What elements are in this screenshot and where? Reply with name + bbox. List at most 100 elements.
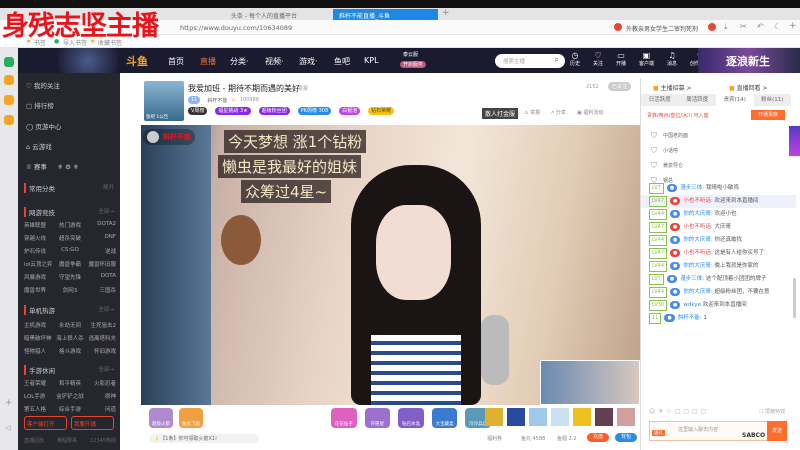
streamer-avatar[interactable]: 鱼吧 1公告 xyxy=(144,81,184,121)
game-link[interactable]: 第五人格 xyxy=(24,405,55,413)
sidebar-item-webgames[interactable]: ◯ 页游中心 xyxy=(26,121,61,131)
note-icon[interactable] xyxy=(4,95,14,105)
start-stream-button[interactable]: 我要开播 xyxy=(71,416,114,430)
gift-rocket[interactable]: 超级火箭 xyxy=(149,408,173,428)
footer-link[interactable]: 赛程赛事 xyxy=(57,437,77,444)
tag[interactable]: 超级粉丝团 xyxy=(258,107,290,115)
sidebar-item-cloudgame[interactable]: ⌂ 云游戏 xyxy=(26,141,52,151)
add-icon[interactable]: + xyxy=(789,21,797,31)
game-link[interactable]: 英雄联盟 xyxy=(24,221,55,229)
game-link[interactable]: 问道 xyxy=(85,405,116,413)
nav-games[interactable]: 游戏· xyxy=(299,56,318,67)
game-link[interactable]: 原神 xyxy=(85,392,116,400)
chat-username[interactable]: 你的大庆哥: xyxy=(683,237,712,243)
report-tag[interactable]: 举报 xyxy=(298,85,308,92)
tag[interactable]: 白银泡 xyxy=(339,107,361,115)
gift-item[interactable]: 大宝藏盒 xyxy=(431,408,458,428)
tag[interactable]: 钻石荣耀 xyxy=(368,107,395,115)
game-link[interactable]: 主机游戏 xyxy=(24,321,55,329)
nav-live[interactable]: 直播 xyxy=(200,56,216,67)
chat-scrollbar[interactable] xyxy=(793,278,796,318)
game-link[interactable]: 永劫无间 xyxy=(55,321,86,329)
url-field[interactable]: https://www.douyu.com/10634089 xyxy=(180,24,292,32)
chat-username[interactable]: 斜杆不能: xyxy=(678,315,702,321)
nav-fishbar[interactable]: 鱼吧 xyxy=(334,56,350,67)
vip-item[interactable]: ⛉ 中国老的面 xyxy=(651,128,791,143)
tab-weekly[interactable]: 周活跃度 xyxy=(679,94,717,106)
game-link[interactable]: 三国杀 xyxy=(85,286,116,294)
nav-kpl[interactable]: KPL xyxy=(364,56,379,65)
replay-link[interactable]: ■ 直播回看 > xyxy=(729,83,768,92)
game-link[interactable]: DNF xyxy=(85,234,116,242)
history-button[interactable]: ◷ 历史 xyxy=(570,51,580,67)
game-ad-button[interactable]: 散人打金服 xyxy=(482,108,519,119)
tab-daily[interactable]: 日活跃度 xyxy=(641,94,679,106)
chat-username[interactable]: 你的大庆哥: xyxy=(683,289,712,295)
all-link[interactable]: 全部→ xyxy=(98,305,114,313)
game-link[interactable]: 炉石传说 xyxy=(24,247,55,255)
game-link[interactable]: 风暴游戏 xyxy=(24,273,55,281)
send-button[interactable]: 发送 xyxy=(767,421,787,441)
promo-banner[interactable]: 逐浪新生 xyxy=(698,48,800,73)
gift-item[interactable]: 许愿星 xyxy=(364,408,391,428)
footer-link[interactable]: 直播回放 xyxy=(24,437,44,444)
folder-icon[interactable] xyxy=(4,115,14,125)
tag[interactable]: PK周榜 308 xyxy=(297,107,332,115)
game-link[interactable]: 综合手游 xyxy=(55,405,86,413)
share-button[interactable]: ↗ 分享 xyxy=(550,109,566,116)
game-link[interactable]: 魔兽争霸 xyxy=(55,260,86,268)
chat-username[interactable]: 小也不听话: xyxy=(683,250,712,256)
add-icon[interactable]: + xyxy=(5,398,13,408)
item-icon[interactable] xyxy=(573,408,591,426)
game-link[interactable]: 火影忍者 xyxy=(85,379,116,387)
item-icon[interactable] xyxy=(507,408,525,426)
collapse-icon[interactable]: ◁ xyxy=(5,424,10,432)
browser-search-field[interactable]: 外教亲男女学生二审判死刑 xyxy=(626,24,698,33)
search-icon[interactable] xyxy=(4,75,14,85)
search-input[interactable]: 搜索主播 ⌕ xyxy=(495,54,565,68)
nav-category[interactable]: 分类· xyxy=(230,56,249,67)
sidebar-item-ranking[interactable]: ▢ 排行榜 xyxy=(26,100,54,110)
gift-item[interactable]: 钻石水晶 xyxy=(398,408,424,428)
game-link[interactable]: 王者荣耀 xyxy=(24,379,55,387)
game-link[interactable]: 暗黑破坏神 xyxy=(24,334,55,342)
moon-icon[interactable]: ☾ xyxy=(774,22,781,31)
item-icon[interactable] xyxy=(551,408,569,426)
messages-button[interactable]: ♫ 消息 xyxy=(667,51,677,67)
item-icon[interactable] xyxy=(529,408,547,426)
undo-icon[interactable]: ↶ xyxy=(757,22,764,31)
sidebar-item-follow[interactable]: ♡ 我的关注 xyxy=(26,80,60,90)
game-link[interactable]: DOTA xyxy=(85,273,116,281)
chat-username[interactable]: 漫步三体: xyxy=(680,276,704,282)
welfare-coupon[interactable]: 福利券 xyxy=(487,435,502,442)
chat-tools[interactable]: ☺✈☆▢▢▢▢ xyxy=(649,408,709,415)
browser-tab-active[interactable]: 斜杆不能直播_斗鱼 xyxy=(333,9,438,20)
recruit-link[interactable]: ■ 主播招募 > xyxy=(653,83,692,92)
open-vip-button[interactable]: 开通贵族 xyxy=(751,110,785,120)
item-icon[interactable] xyxy=(595,408,613,426)
game-link[interactable]: CS:GO xyxy=(55,247,86,255)
sidebar-item-events[interactable]: ♕ 赛事 ⚜ ⚙ ⚜ xyxy=(26,161,79,171)
chat-username[interactable]: 你的大庆哥: xyxy=(683,211,712,217)
welfare-button[interactable]: ▣ 福利活动 xyxy=(577,109,603,116)
vip-item[interactable]: ⛉ 黄泉导仑 xyxy=(651,158,791,173)
extension-icon[interactable] xyxy=(708,23,716,31)
cut-icon[interactable]: ✂ xyxy=(740,22,747,31)
game-link[interactable]: 守望先锋 xyxy=(55,273,86,281)
game-link[interactable]: 金铲铲之战 xyxy=(55,392,86,400)
game-link[interactable]: 剑网3 xyxy=(55,286,86,294)
game-link[interactable]: 海上狼人杀 xyxy=(55,334,86,342)
block-effects-checkbox[interactable]: ☐ 屏蔽特效 xyxy=(759,408,785,415)
tag[interactable]: V周榜 xyxy=(188,107,208,115)
report-button[interactable]: ⚠ 举报 xyxy=(524,109,540,116)
game-link[interactable]: 逆战 xyxy=(85,247,116,255)
browser-tab[interactable]: 头条 - 每个人的直播平台 xyxy=(225,9,303,20)
game-link[interactable]: 魔兽怀旧服 xyxy=(85,260,116,268)
game-link[interactable]: 逃离塔科夫 xyxy=(85,334,116,342)
item-icon[interactable] xyxy=(485,408,503,426)
backpack-button[interactable]: 背包 xyxy=(615,433,637,442)
new-tab-button[interactable]: + xyxy=(442,8,450,18)
game-link[interactable]: 热门游戏 xyxy=(55,221,86,229)
promo-badge[interactable] xyxy=(789,126,800,156)
game-link[interactable]: 怀旧游戏 xyxy=(85,347,116,355)
